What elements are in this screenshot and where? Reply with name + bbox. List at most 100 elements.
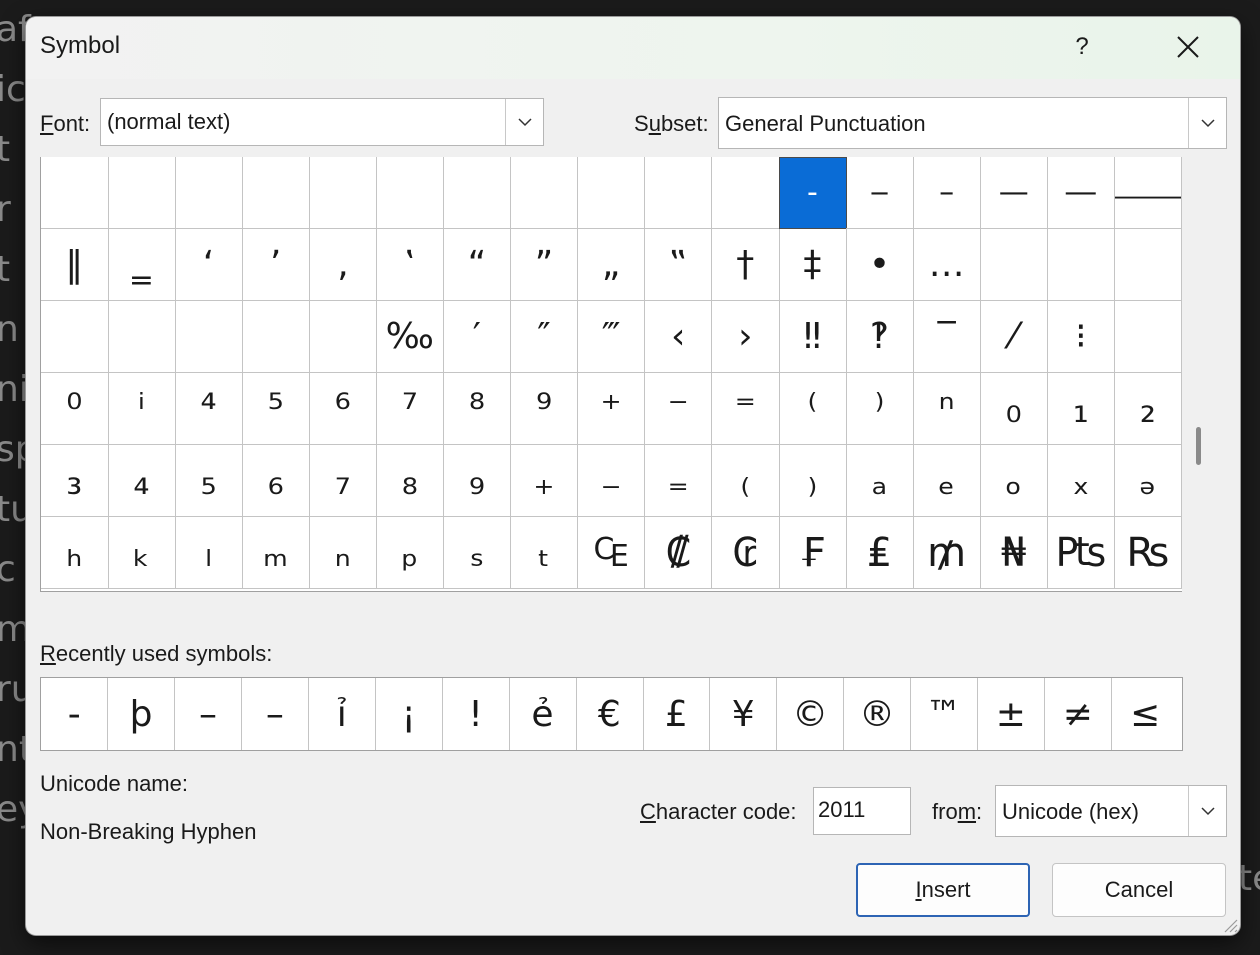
- symbol-cell[interactable]: [510, 157, 579, 229]
- symbol-cell[interactable]: ‖: [41, 229, 109, 301]
- symbol-cell[interactable]: ⁿ: [913, 373, 981, 445]
- symbol-cell[interactable]: ⁽: [779, 373, 847, 445]
- symbol-cell[interactable]: ⁷: [376, 373, 445, 445]
- symbol-cell[interactable]: ₢: [712, 517, 780, 589]
- symbol-cell[interactable]: ₔ: [1114, 445, 1183, 517]
- symbol-cell[interactable]: [644, 157, 713, 229]
- symbol-cell[interactable]: ₑ: [913, 445, 981, 517]
- symbol-cell[interactable]: ₁: [1047, 373, 1116, 445]
- font-dropdown-button[interactable]: [505, 99, 543, 145]
- symbol-cell[interactable]: ⁰: [41, 373, 109, 445]
- symbol-cell[interactable]: ‰: [376, 301, 445, 373]
- grid-scrollbar-thumb[interactable]: [1196, 427, 1201, 465]
- symbol-cell[interactable]: ‴: [577, 301, 646, 373]
- symbol-cell[interactable]: ₈: [376, 445, 445, 517]
- symbol-cell[interactable]: ₇: [309, 445, 377, 517]
- symbol-cell[interactable]: ‟: [644, 229, 713, 301]
- symbol-cell[interactable]: ₋: [577, 445, 646, 517]
- symbol-cell[interactable]: …: [913, 229, 981, 301]
- symbol-cell[interactable]: [108, 301, 176, 373]
- symbol-cell[interactable]: †: [712, 229, 780, 301]
- symbol-cell[interactable]: ₐ: [846, 445, 914, 517]
- symbol-cell[interactable]: [376, 157, 445, 229]
- symbol-cell[interactable]: ’: [242, 229, 310, 301]
- symbol-cell[interactable]: [980, 229, 1048, 301]
- symbol-cell[interactable]: ‒: [846, 157, 914, 229]
- resize-grip-icon[interactable]: [1220, 915, 1238, 933]
- symbol-cell[interactable]: —: [980, 157, 1048, 229]
- symbol-cell[interactable]: •: [846, 229, 914, 301]
- recent-symbol-cell[interactable]: –: [242, 678, 310, 750]
- symbol-cell[interactable]: [242, 157, 310, 229]
- symbol-cell[interactable]: [712, 157, 780, 229]
- symbol-cell[interactable]: ₥: [913, 517, 981, 589]
- recent-symbol-cell[interactable]: €: [576, 678, 644, 750]
- insert-button[interactable]: Insert: [856, 863, 1030, 917]
- recent-symbol-cell[interactable]: ≤: [1111, 678, 1178, 750]
- symbol-cell[interactable]: “: [443, 229, 512, 301]
- help-button[interactable]: ?: [1070, 29, 1094, 65]
- symbol-cell[interactable]: [108, 157, 176, 229]
- symbol-cell[interactable]: ⁸: [443, 373, 512, 445]
- symbol-cell[interactable]: ”: [510, 229, 579, 301]
- recent-symbol-cell[interactable]: ™: [911, 678, 979, 750]
- symbol-cell[interactable]: ₙ: [309, 517, 377, 589]
- recent-symbol-cell[interactable]: ¡: [376, 678, 443, 750]
- symbol-cell[interactable]: ⁼: [712, 373, 780, 445]
- symbol-cell[interactable]: [242, 301, 310, 373]
- symbol-cell[interactable]: ‡: [779, 229, 847, 301]
- recent-symbol-cell[interactable]: -: [41, 678, 109, 750]
- recent-symbol-cell[interactable]: ≠: [1045, 678, 1112, 750]
- symbol-cell[interactable]: ―: [1047, 157, 1116, 229]
- symbol-cell[interactable]: ⁴: [175, 373, 243, 445]
- symbol-cell-selected[interactable]: ‑: [779, 157, 847, 229]
- symbol-cell[interactable]: ₃: [41, 445, 109, 517]
- symbol-cell[interactable]: ₓ: [1047, 445, 1116, 517]
- symbol-cell[interactable]: ₦: [980, 517, 1048, 589]
- symbol-cell[interactable]: –: [913, 157, 981, 229]
- symbol-cell[interactable]: ₀: [980, 373, 1048, 445]
- symbol-cell[interactable]: ₅: [175, 445, 243, 517]
- font-combobox[interactable]: (normal text): [100, 98, 544, 146]
- subset-dropdown-button[interactable]: [1188, 98, 1226, 148]
- symbol-cell[interactable]: ₂: [1114, 373, 1183, 445]
- recent-symbol-cell[interactable]: ẻ: [509, 678, 577, 750]
- symbol-cell[interactable]: ⸻: [1114, 157, 1183, 229]
- symbol-cell[interactable]: ‽: [846, 301, 914, 373]
- symbol-cell[interactable]: ⁾: [846, 373, 914, 445]
- symbol-cell[interactable]: ₒ: [980, 445, 1048, 517]
- symbol-cell[interactable]: ₜ: [510, 517, 579, 589]
- symbol-cell[interactable]: ⁵: [242, 373, 310, 445]
- symbol-cell[interactable]: [41, 301, 109, 373]
- symbol-cell[interactable]: ₖ: [108, 517, 176, 589]
- symbol-cell[interactable]: ₊: [510, 445, 579, 517]
- recent-symbol-cell[interactable]: ±: [978, 678, 1045, 750]
- symbol-cell[interactable]: ⁱ: [108, 373, 176, 445]
- from-dropdown-button[interactable]: [1188, 786, 1226, 836]
- symbol-cell[interactable]: ‗: [108, 229, 176, 301]
- symbol-cell[interactable]: ₧: [1047, 517, 1116, 589]
- symbol-cell[interactable]: ₉: [443, 445, 512, 517]
- symbol-cell[interactable]: ⁶: [309, 373, 377, 445]
- symbol-cell[interactable]: ⁻: [644, 373, 713, 445]
- symbol-cell[interactable]: ‾: [913, 301, 981, 373]
- symbol-cell[interactable]: [1047, 229, 1116, 301]
- symbol-cell[interactable]: ‹: [644, 301, 713, 373]
- subset-combobox[interactable]: General Punctuation: [718, 97, 1227, 149]
- symbol-grid[interactable]: ‑ ‒ – — ― ⸻ ‖ ‗ ‘’ ‚ ‛ “” „ ‟ † ‡ •… ‰ ′ ″ ‴ ‹ › ‼ ‽ ‾ ⁄ ⁝ ⁰ ⁱ ⁴ ⁵ ⁶ ⁷ ⁸ ⁹ ⁺…: [40, 157, 1183, 592]
- symbol-cell[interactable]: [1114, 229, 1183, 301]
- symbol-cell[interactable]: ⁄: [980, 301, 1048, 373]
- symbol-cell[interactable]: ₨: [1114, 517, 1183, 589]
- symbol-cell[interactable]: ⁹: [510, 373, 579, 445]
- recent-symbols-row[interactable]: - þ – – ỉ ¡! ẻ € £ ¥ © ® ™ ± ≠ ≤: [40, 677, 1183, 751]
- symbol-cell[interactable]: ₠: [577, 517, 646, 589]
- symbol-cell[interactable]: ₌: [644, 445, 713, 517]
- recent-symbol-cell[interactable]: ¥: [710, 678, 778, 750]
- recent-symbol-cell[interactable]: –: [175, 678, 243, 750]
- symbol-cell[interactable]: [577, 157, 646, 229]
- close-button[interactable]: [1168, 29, 1208, 65]
- symbol-cell[interactable]: ›: [712, 301, 780, 373]
- symbol-cell[interactable]: ‛: [376, 229, 445, 301]
- symbol-cell[interactable]: „: [577, 229, 646, 301]
- from-combobox[interactable]: Unicode (hex): [995, 785, 1227, 837]
